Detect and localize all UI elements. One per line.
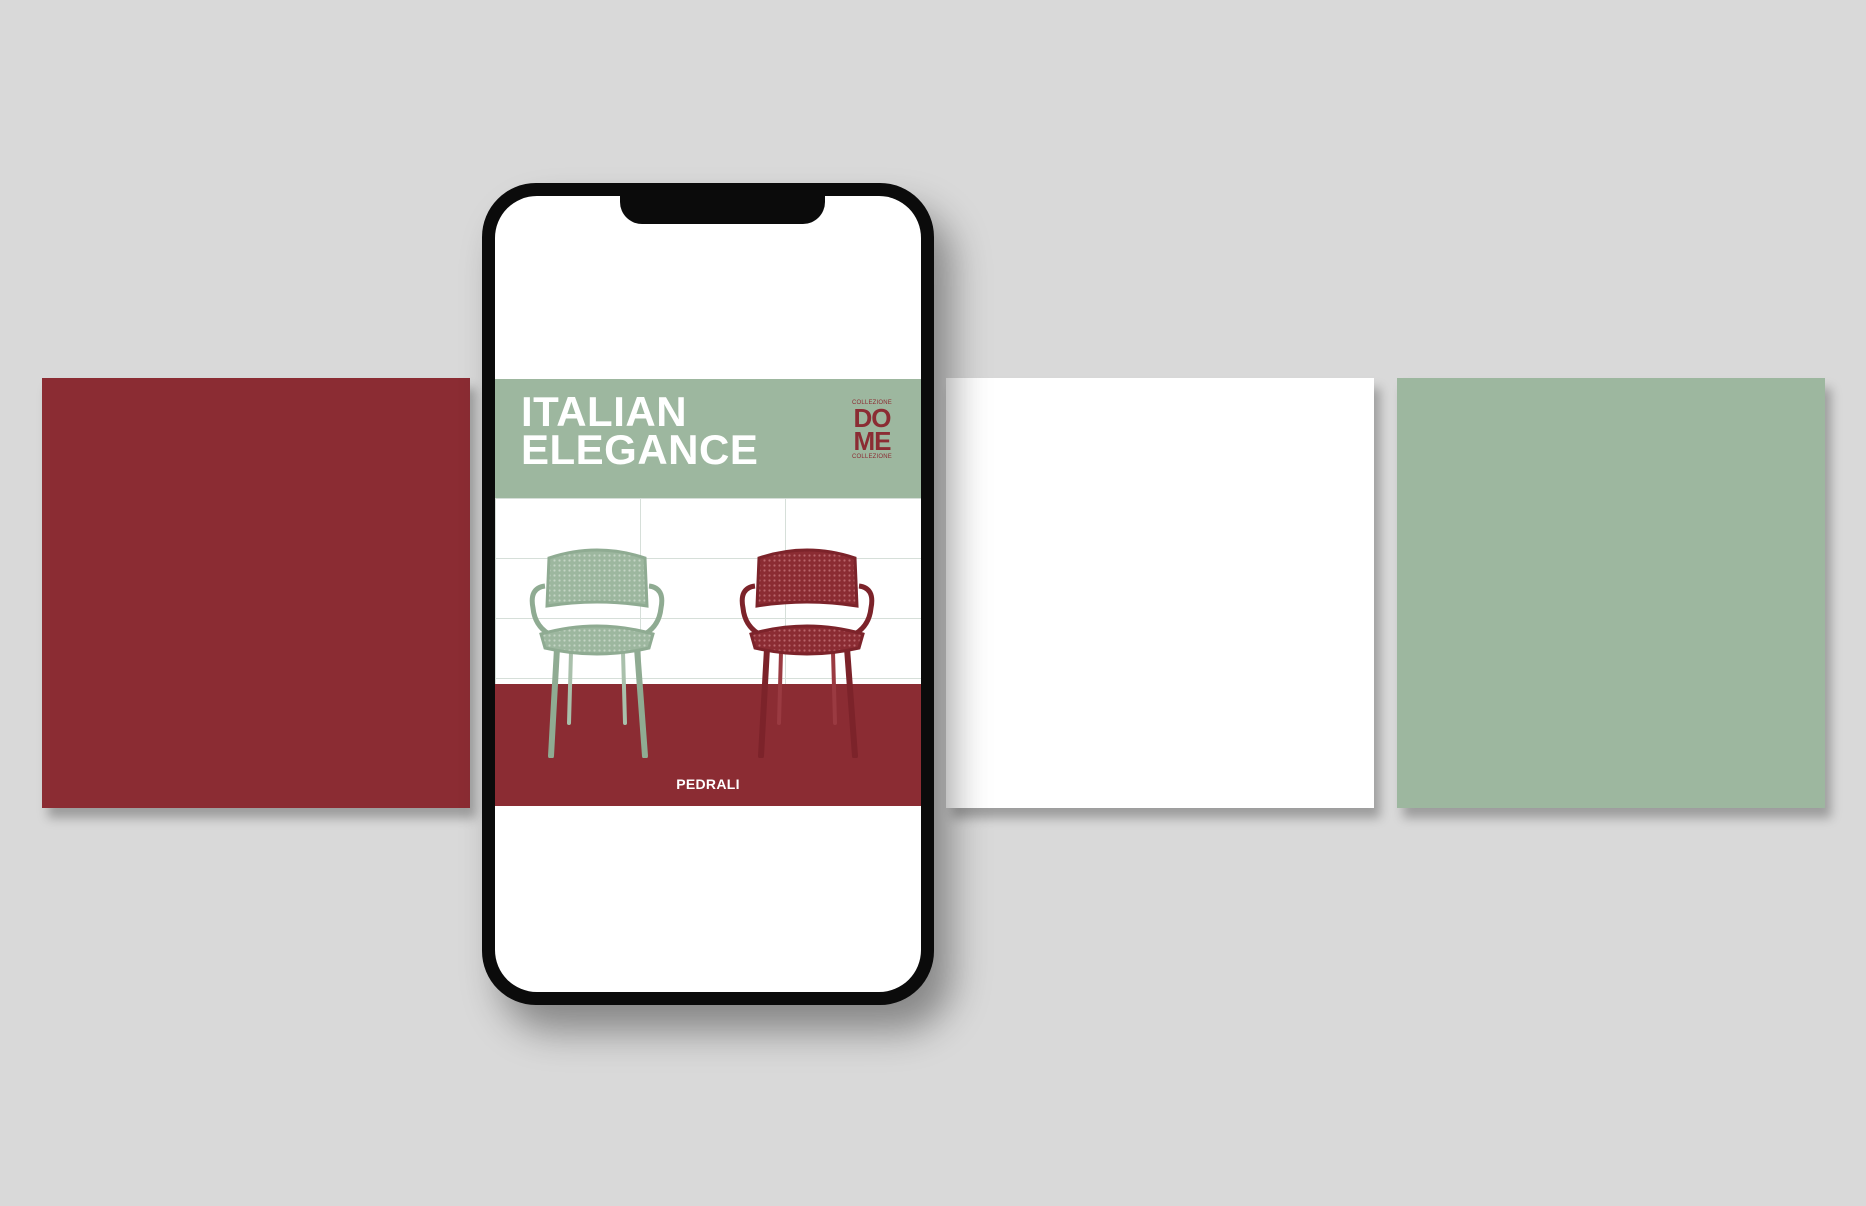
headline-line-2: ELEGANCE	[521, 426, 759, 473]
chair-icon	[739, 548, 875, 758]
phone-screen: ITALIAN ELEGANCE COLLEZIONE DO ME COLLEZ…	[495, 196, 921, 992]
chair-green-legs	[548, 645, 648, 758]
collection-label-bottom: COLLEZIONE	[851, 454, 892, 460]
brand-logo: PEDRALI	[676, 776, 740, 792]
phone-notch	[620, 196, 825, 224]
logo-line-2: ME	[853, 426, 892, 456]
headline-banner: ITALIAN ELEGANCE COLLEZIONE DO ME COLLEZ…	[495, 379, 921, 498]
color-swatch-red	[42, 378, 470, 808]
chair-icon	[529, 548, 665, 758]
color-swatch-white	[946, 378, 1374, 808]
headline: ITALIAN ELEGANCE	[521, 391, 759, 473]
dome-collection-logo: COLLEZIONE DO ME COLLEZIONE	[847, 399, 897, 479]
phone-mockup: ITALIAN ELEGANCE COLLEZIONE DO ME COLLEZ…	[482, 183, 934, 1005]
color-swatch-green	[1397, 378, 1825, 808]
chair-red-legs	[758, 645, 858, 758]
